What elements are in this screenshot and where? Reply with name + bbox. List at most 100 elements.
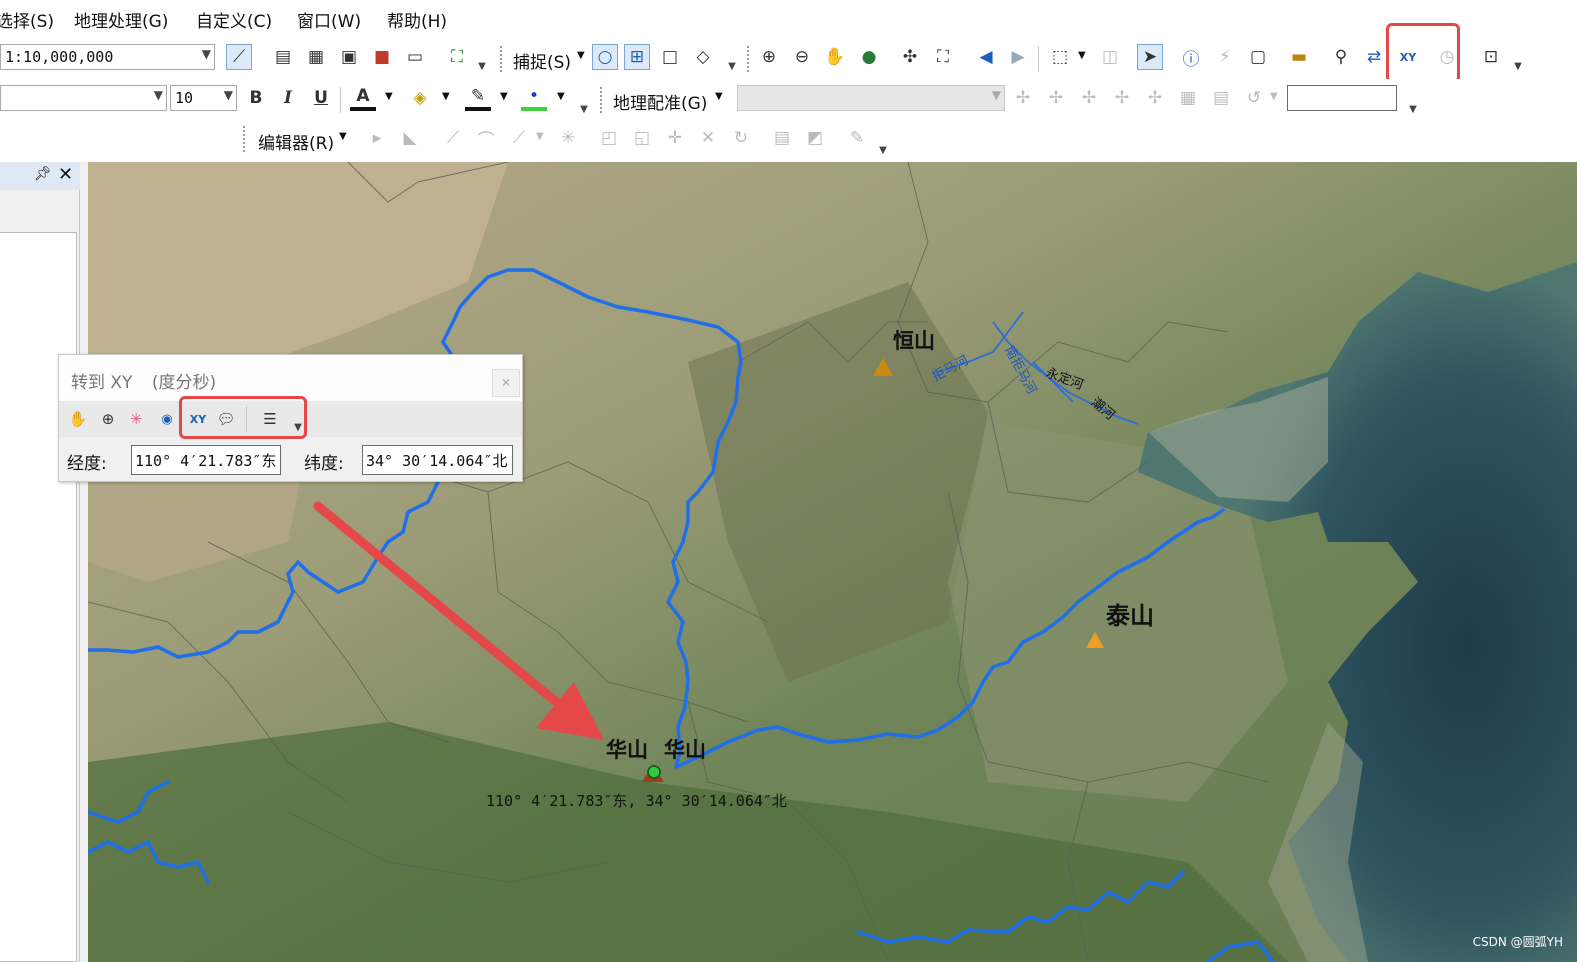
catalog-icon[interactable]: ▦: [303, 44, 329, 70]
goto-xy-point-marker[interactable]: [647, 765, 661, 779]
bold-button[interactable]: B: [243, 85, 269, 111]
trace-icon[interactable]: ⟋: [506, 125, 532, 151]
rotate-ccw-icon[interactable]: ↺: [1241, 85, 1267, 111]
full-extent-icon[interactable]: ●: [856, 44, 882, 70]
toolbar-options-icon[interactable]: ▼: [578, 89, 590, 115]
toolbar-grip[interactable]: [747, 46, 751, 72]
fixed-zoom-out-icon[interactable]: ⛶: [930, 44, 956, 70]
pan-to-icon[interactable]: ✋: [65, 406, 91, 432]
search-window-icon[interactable]: ▣: [336, 44, 362, 70]
toolbar-grip[interactable]: [600, 87, 604, 113]
python-window-icon[interactable]: ▭: [402, 44, 428, 70]
font-size-combo[interactable]: 10 ▼: [170, 85, 237, 111]
sketch-properties-icon[interactable]: ◩: [802, 125, 828, 151]
menu-geoprocessing[interactable]: 地理处理(G): [74, 7, 168, 32]
find-icon[interactable]: ⚲: [1328, 44, 1354, 70]
italic-button[interactable]: I: [275, 85, 301, 111]
point-icon[interactable]: ✳: [555, 125, 581, 151]
shift-icon[interactable]: ✢: [1043, 85, 1069, 111]
longitude-input[interactable]: 110° 4′21.783″东: [131, 445, 281, 475]
georeferencing-menu[interactable]: 地理配准(G): [613, 89, 707, 114]
edit-vertices-icon[interactable]: ◰: [596, 125, 622, 151]
snapping-menu[interactable]: 捕捉(S): [513, 48, 571, 73]
georef-layer-combo[interactable]: ▼: [737, 85, 1005, 111]
zoom-to-icon[interactable]: ⊕: [95, 406, 121, 432]
edit-tool-icon[interactable]: ▸: [364, 125, 390, 151]
back-icon[interactable]: ◀: [973, 44, 999, 70]
create-features-icon[interactable]: ✎: [844, 125, 870, 151]
dialog-titlebar[interactable]: 转到 XY (度分秒) ✕: [59, 355, 522, 401]
edge-snap-icon[interactable]: ◇: [690, 44, 716, 70]
fixed-zoom-in-icon[interactable]: ✣: [897, 44, 923, 70]
toolbar-options-icon[interactable]: ▼: [726, 46, 738, 72]
vertex-snap-icon[interactable]: □: [657, 44, 683, 70]
editor-menu[interactable]: 编辑器(R): [258, 129, 334, 154]
toc-header: 📌︎ ✕: [0, 162, 80, 190]
line-color-icon[interactable]: ✎: [465, 85, 491, 111]
marker-color-icon[interactable]: •: [521, 85, 547, 111]
toolbar-options-icon[interactable]: ▼: [1512, 46, 1524, 72]
table-window-icon[interactable]: ▤: [270, 44, 296, 70]
rotate-icon[interactable]: ✢: [1010, 85, 1036, 111]
toolbar-options-icon[interactable]: ▼: [877, 130, 889, 156]
menu-customize[interactable]: 自定义(C): [196, 7, 272, 32]
cut-polygons-icon[interactable]: ✛: [662, 125, 688, 151]
label-hengshan: 恒山: [893, 329, 935, 353]
separator: [340, 87, 341, 113]
fill-color-icon[interactable]: ◈: [407, 85, 433, 111]
dialog-close-button[interactable]: ✕: [492, 369, 520, 397]
close-icon[interactable]: ✕: [58, 164, 73, 185]
add-point-icon[interactable]: ◉: [154, 406, 180, 432]
edit-vertices-icon[interactable]: ⟋: [226, 44, 252, 70]
arctoolbox-icon[interactable]: ■: [369, 44, 395, 70]
identify-icon[interactable]: ⓘ: [1178, 44, 1204, 70]
attributes-icon[interactable]: ▤: [769, 125, 795, 151]
flash-icon[interactable]: ✳: [123, 406, 149, 432]
forward-icon[interactable]: ▶: [1005, 44, 1031, 70]
font-name-combo[interactable]: ▼: [0, 85, 167, 111]
rotate-icon[interactable]: ↻: [728, 125, 754, 151]
map-canvas: [88, 162, 1577, 962]
menu-select[interactable]: 选择(S): [0, 7, 54, 32]
toolbar-grip[interactable]: [243, 126, 247, 152]
clear-selection-icon[interactable]: ◫: [1097, 44, 1123, 70]
link-table-icon[interactable]: ✢: [1142, 85, 1168, 111]
menu-help[interactable]: 帮助(H): [387, 7, 447, 32]
view-link-table-icon[interactable]: ▦: [1175, 85, 1201, 111]
toolbar-options-icon[interactable]: ▼: [1407, 89, 1419, 115]
font-size-value: 10: [175, 89, 194, 107]
split-icon[interactable]: ✕: [695, 125, 721, 151]
zoom-in-icon[interactable]: ⊕: [756, 44, 782, 70]
edit-annotation-icon[interactable]: ◣: [397, 125, 423, 151]
toolbar-options-icon[interactable]: ▼: [476, 46, 488, 72]
map-scale-combo[interactable]: 1:10,000,000 ▼: [0, 44, 215, 70]
label-taishan: 泰山: [1106, 602, 1154, 630]
select-elements-icon[interactable]: ➤: [1137, 44, 1163, 70]
end-snap-icon[interactable]: ⊞: [624, 44, 650, 70]
html-popup-icon[interactable]: ▢: [1245, 44, 1271, 70]
dialog-title: 转到 XY (度分秒): [71, 368, 216, 393]
point-snap-icon[interactable]: ○: [592, 44, 618, 70]
toolbar-grip[interactable]: [500, 46, 504, 72]
straight-segment-icon[interactable]: ⟋: [440, 125, 466, 151]
rotation-input[interactable]: [1287, 85, 1397, 111]
pan-icon[interactable]: ✋: [822, 44, 848, 70]
find-route-icon[interactable]: ⇄: [1361, 44, 1387, 70]
latitude-input[interactable]: 34° 30′14.064″北: [362, 445, 513, 475]
end-point-arc-icon[interactable]: ⌒: [473, 125, 499, 151]
create-viewer-icon[interactable]: ⊡: [1478, 44, 1504, 70]
hyperlink-icon[interactable]: ⚡: [1212, 44, 1238, 70]
font-color-icon[interactable]: A: [350, 85, 376, 111]
scale-icon[interactable]: ✢: [1076, 85, 1102, 111]
select-features-icon[interactable]: ⬚: [1047, 44, 1073, 70]
pin-icon[interactable]: 📌︎: [34, 166, 52, 182]
add-control-points-icon[interactable]: ✢: [1109, 85, 1135, 111]
measure-icon[interactable]: ▬: [1286, 44, 1312, 70]
reshape-icon[interactable]: ◱: [629, 125, 655, 151]
map-view[interactable]: 恒山 泰山 华山 华山 110° 4′21.783″东, 34° 30′14.0…: [88, 162, 1577, 962]
menu-window[interactable]: 窗口(W): [297, 7, 361, 32]
zoom-out-icon[interactable]: ⊖: [789, 44, 815, 70]
model-builder-icon[interactable]: ⛶: [444, 44, 470, 70]
table-icon[interactable]: ▤: [1208, 85, 1234, 111]
underline-button[interactable]: U: [308, 85, 334, 111]
